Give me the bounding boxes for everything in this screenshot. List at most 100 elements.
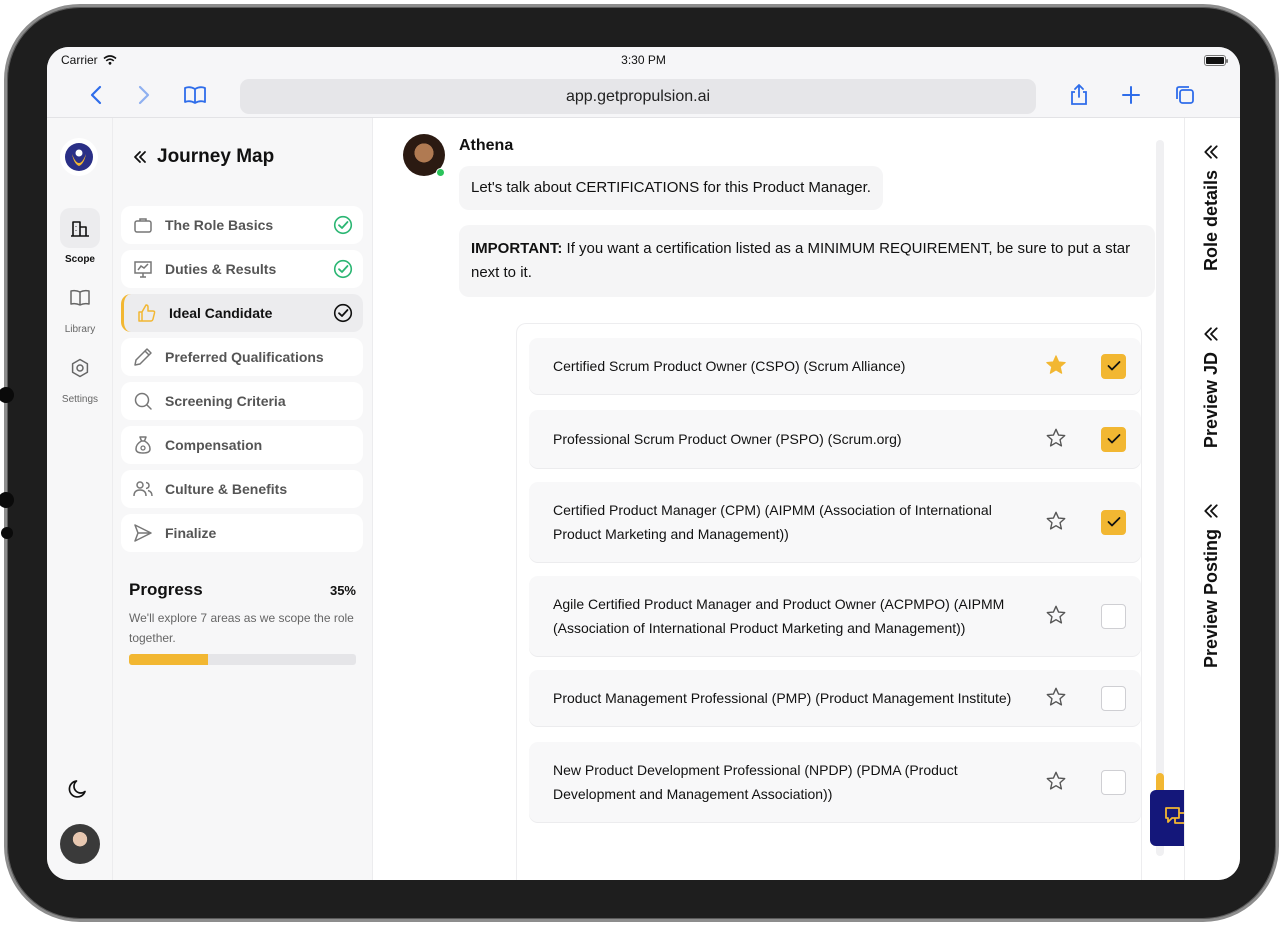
presentation-icon	[133, 259, 153, 279]
message-bubble-important: IMPORTANT: If you want a certification l…	[459, 225, 1155, 297]
journey-step-label: Compensation	[165, 437, 263, 453]
double-chevron-left-icon	[1204, 145, 1218, 159]
certification-label: Certified Product Manager (CPM) (AIPMM (…	[553, 502, 992, 542]
camera-dot	[0, 492, 14, 508]
certification-row: Certified Product Manager (CPM) (AIPMM (…	[529, 482, 1141, 562]
chat-button[interactable]	[1150, 790, 1184, 846]
journey-steps: The Role Basics Duties & Results Ideal Can…	[121, 206, 363, 558]
check-circle-icon	[333, 215, 353, 235]
scrollbar-track[interactable]	[1156, 140, 1164, 856]
certification-checkbox[interactable]	[1101, 426, 1126, 452]
journey-step[interactable]: Culture & Benefits	[121, 470, 363, 508]
status-bar: Carrier 3:30 PM	[47, 47, 1240, 73]
double-chevron-left-icon[interactable]	[133, 150, 147, 164]
url-text: app.getpropulsion.ai	[565, 87, 711, 105]
certification-label: New Product Development Professional (NP…	[553, 762, 958, 802]
star-outline-icon[interactable]	[1045, 604, 1069, 628]
certification-checkbox[interactable]	[1101, 353, 1126, 379]
star-filled-icon[interactable]	[1045, 354, 1069, 378]
journey-step-label: Screening Criteria	[165, 393, 286, 409]
bookmarks-button[interactable]	[183, 83, 207, 107]
browser-toolbar: app.getpropulsion.ai	[47, 73, 1240, 118]
chat-area: Athena Let's talk about CERTIFICATIONS f…	[373, 118, 1184, 880]
tabs-icon	[1176, 86, 1194, 104]
certification-row: Certified Scrum Product Owner (CSPO) (Sc…	[529, 338, 1141, 394]
journey-title: Journey Map	[157, 146, 275, 167]
progress-fill	[129, 654, 209, 665]
progress-bar	[129, 654, 356, 665]
star-outline-icon[interactable]	[1045, 686, 1069, 710]
certification-row: New Product Development Professional (NP…	[529, 742, 1141, 822]
dark-mode-toggle[interactable]	[68, 777, 92, 801]
journey-step[interactable]: Duties & Results	[121, 250, 363, 288]
star-outline-icon[interactable]	[1045, 427, 1069, 451]
journey-step-label: Ideal Candidate	[169, 305, 273, 321]
double-chevron-left-icon	[1204, 327, 1218, 341]
chevron-left-icon	[90, 85, 102, 105]
journey-header: Journey Map	[133, 146, 274, 168]
thumbs-up-icon	[137, 303, 157, 323]
building-icon	[60, 208, 100, 248]
rail-item-settings[interactable]: Settings	[47, 348, 113, 405]
rail-item-library[interactable]: Library	[47, 278, 113, 335]
share-icon	[1071, 84, 1087, 105]
rail-item-scope[interactable]: Scope	[47, 208, 113, 265]
certification-list: Certified Scrum Product Owner (CSPO) (Sc…	[516, 323, 1142, 880]
new-tab-button[interactable]	[1119, 83, 1143, 107]
tabs-button[interactable]	[1173, 83, 1197, 107]
certification-label: Certified Scrum Product Owner (CSPO) (Sc…	[553, 358, 906, 374]
share-button[interactable]	[1067, 83, 1091, 107]
certification-row: Professional Scrum Product Owner (PSPO) …	[529, 410, 1141, 468]
camera-dot	[1, 527, 13, 539]
certification-checkbox[interactable]	[1101, 509, 1126, 535]
user-avatar[interactable]	[60, 824, 100, 864]
back-button[interactable]	[84, 83, 108, 107]
icon-rail: Scope Library Settings	[47, 118, 113, 880]
certification-checkbox[interactable]	[1101, 685, 1126, 711]
star-outline-icon[interactable]	[1045, 770, 1069, 794]
sender-name: Athena	[459, 137, 514, 154]
star-outline-icon[interactable]	[1045, 510, 1069, 534]
check-circle-icon	[333, 259, 353, 279]
forward-button[interactable]	[132, 83, 156, 107]
certification-label: Product Management Professional (PMP) (P…	[553, 690, 1012, 706]
progress-description: We'll explore 7 areas as we scope the ro…	[129, 611, 354, 645]
message-bubble: Let's talk about CERTIFICATIONS for this…	[459, 166, 883, 210]
certification-checkbox[interactable]	[1101, 769, 1126, 795]
journey-step-label: Duties & Results	[165, 261, 277, 277]
progress-section: Progress 35% We'll explore 7 areas as we…	[129, 580, 356, 665]
moon-icon	[68, 780, 86, 798]
progress-percent: 35%	[329, 582, 356, 598]
address-bar[interactable]: app.getpropulsion.ai	[240, 79, 1036, 114]
plus-icon	[1122, 86, 1140, 104]
people-icon	[133, 479, 153, 499]
clock: 3:30 PM	[621, 53, 666, 67]
journey-step-label: Finalize	[165, 525, 217, 541]
check-circle-outline-icon	[333, 303, 353, 323]
double-chevron-left-icon	[1204, 504, 1218, 518]
chevron-right-icon	[138, 85, 150, 105]
journey-step-label: Preferred Qualifications	[165, 349, 324, 365]
journey-step[interactable]: The Role Basics	[121, 206, 363, 244]
camera-dot	[0, 387, 14, 403]
journey-step[interactable]: Screening Criteria	[121, 382, 363, 420]
journey-step-label: The Role Basics	[165, 217, 274, 233]
book-icon	[60, 278, 100, 318]
screen: Carrier 3:30 PM app.getpropulsion.ai Sco…	[47, 47, 1240, 880]
propulsion-logo[interactable]	[60, 138, 98, 176]
send-icon	[133, 523, 153, 543]
certification-label: Professional Scrum Product Owner (PSPO) …	[553, 431, 902, 447]
certification-row: Agile Certified Product Manager and Prod…	[529, 576, 1141, 656]
pen-icon	[133, 347, 153, 367]
journey-step-label: Culture & Benefits	[165, 481, 288, 497]
journey-step[interactable]: Finalize	[121, 514, 363, 552]
progress-title: Progress	[129, 580, 203, 599]
journey-step[interactable]: Ideal Candidate	[121, 294, 363, 332]
journey-step[interactable]: Preferred Qualifications	[121, 338, 363, 376]
logo-icon	[65, 143, 93, 171]
certification-checkbox[interactable]	[1101, 603, 1126, 629]
journey-step[interactable]: Compensation	[121, 426, 363, 464]
online-indicator	[436, 168, 445, 177]
search-icon	[133, 391, 153, 411]
right-panel: Role details Preview JD Preview Posting	[1184, 118, 1240, 880]
